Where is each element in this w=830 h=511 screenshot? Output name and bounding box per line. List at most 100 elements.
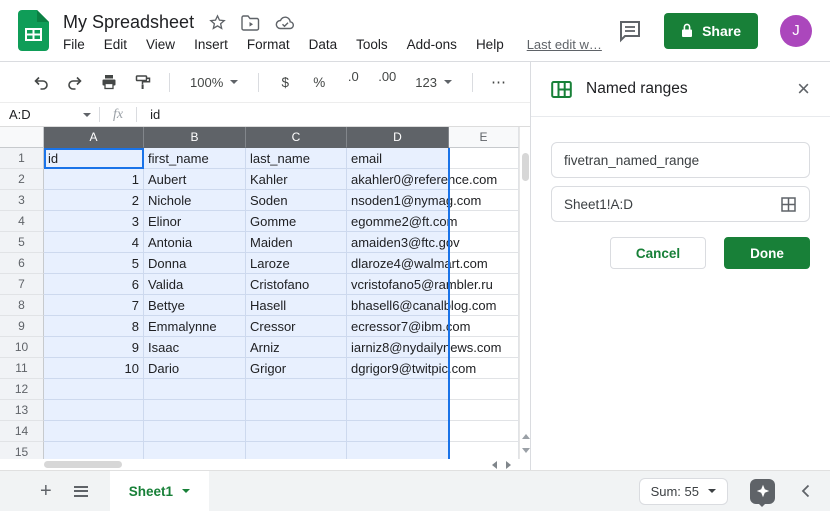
cell-B8[interactable]: Bettye [144, 295, 246, 316]
document-title[interactable]: My Spreadsheet [63, 12, 194, 33]
paint-format-button[interactable] [130, 69, 156, 95]
cell-D10[interactable]: iarniz8@nydailynews.com [347, 337, 449, 358]
row-header-10[interactable]: 10 [0, 337, 44, 358]
cell-D12[interactable] [347, 379, 449, 400]
row-header-3[interactable]: 3 [0, 190, 44, 211]
horizontal-scrollbar[interactable] [0, 459, 530, 470]
increase-decimal-button[interactable]: .00 [374, 69, 400, 95]
cell-D1[interactable]: email [347, 148, 449, 169]
cell-C12[interactable] [246, 379, 347, 400]
scroll-down-arrow[interactable] [522, 448, 530, 453]
cell-C11[interactable]: Grigor [246, 358, 347, 379]
scroll-up-arrow[interactable] [522, 434, 530, 439]
cell-A8[interactable]: 7 [44, 295, 144, 316]
menu-tools[interactable]: Tools [356, 37, 388, 52]
print-button[interactable] [96, 69, 122, 95]
cell-A4[interactable]: 3 [44, 211, 144, 232]
cell-C10[interactable]: Arniz [246, 337, 347, 358]
cell-D9[interactable]: ecressor7@ibm.com [347, 316, 449, 337]
cell-B11[interactable]: Dario [144, 358, 246, 379]
cell-A7[interactable]: 6 [44, 274, 144, 295]
row-header-5[interactable]: 5 [0, 232, 44, 253]
cell-D8[interactable]: bhasell6@canalblog.com [347, 295, 449, 316]
number-format-button[interactable]: 123 [408, 75, 459, 90]
cell-C15[interactable] [246, 442, 347, 459]
cell-A13[interactable] [44, 400, 144, 421]
cell-A1[interactable]: id [44, 148, 144, 169]
column-header-C[interactable]: C [246, 127, 347, 148]
scroll-left-arrow[interactable] [492, 461, 497, 469]
cell-D3[interactable]: nsoden1@nymag.com [347, 190, 449, 211]
move-to-folder-icon[interactable] [241, 15, 260, 31]
all-sheets-menu-icon[interactable] [74, 486, 88, 497]
cell-B6[interactable]: Donna [144, 253, 246, 274]
row-header-6[interactable]: 6 [0, 253, 44, 274]
cell-B9[interactable]: Emmalynne [144, 316, 246, 337]
cell-A5[interactable]: 4 [44, 232, 144, 253]
select-data-range-icon[interactable] [780, 196, 797, 213]
vertical-scrollbar[interactable] [519, 127, 530, 459]
menu-add-ons[interactable]: Add-ons [407, 37, 457, 52]
star-icon[interactable] [209, 14, 226, 31]
cell-E4[interactable] [449, 211, 519, 232]
cell-B2[interactable]: Aubert [144, 169, 246, 190]
cell-D2[interactable]: akahler0@reference.com [347, 169, 449, 190]
column-header-E[interactable]: E [449, 127, 519, 148]
cell-E12[interactable] [449, 379, 519, 400]
zoom-select[interactable]: 100% [183, 75, 245, 90]
close-icon[interactable]: × [797, 78, 810, 100]
done-button[interactable]: Done [724, 237, 810, 269]
cell-D4[interactable]: egomme2@ft.com [347, 211, 449, 232]
cell-B1[interactable]: first_name [144, 148, 246, 169]
row-header-9[interactable]: 9 [0, 316, 44, 337]
cancel-button[interactable]: Cancel [610, 237, 706, 269]
cell-E14[interactable] [449, 421, 519, 442]
range-reference-input[interactable] [564, 197, 780, 212]
row-header-12[interactable]: 12 [0, 379, 44, 400]
row-header-4[interactable]: 4 [0, 211, 44, 232]
cell-A3[interactable]: 2 [44, 190, 144, 211]
cell-C8[interactable]: Hasell [246, 295, 347, 316]
cell-A15[interactable] [44, 442, 144, 459]
cell-A6[interactable]: 5 [44, 253, 144, 274]
cell-D7[interactable]: vcristofano5@rambler.ru [347, 274, 449, 295]
cell-C5[interactable]: Maiden [246, 232, 347, 253]
range-reference-field[interactable] [551, 186, 810, 222]
row-header-14[interactable]: 14 [0, 421, 44, 442]
cell-C13[interactable] [246, 400, 347, 421]
range-name-field[interactable] [551, 142, 810, 178]
explore-button[interactable] [750, 479, 775, 504]
menu-view[interactable]: View [146, 37, 175, 52]
row-header-8[interactable]: 8 [0, 295, 44, 316]
cell-E15[interactable] [449, 442, 519, 459]
menu-format[interactable]: Format [247, 37, 290, 52]
tab-sheet1[interactable]: Sheet1 [110, 471, 209, 511]
cell-B13[interactable] [144, 400, 246, 421]
redo-button[interactable] [62, 69, 88, 95]
menu-data[interactable]: Data [309, 37, 338, 52]
cell-B4[interactable]: Elinor [144, 211, 246, 232]
cell-B10[interactable]: Isaac [144, 337, 246, 358]
range-name-input[interactable] [564, 153, 797, 168]
row-header-7[interactable]: 7 [0, 274, 44, 295]
column-header-B[interactable]: B [144, 127, 246, 148]
cell-B3[interactable]: Nichole [144, 190, 246, 211]
cell-A9[interactable]: 8 [44, 316, 144, 337]
scroll-right-arrow[interactable] [506, 461, 511, 469]
sheets-logo-icon[interactable] [18, 10, 49, 51]
cell-A14[interactable] [44, 421, 144, 442]
cell-D14[interactable] [347, 421, 449, 442]
cell-A12[interactable] [44, 379, 144, 400]
row-header-1[interactable]: 1 [0, 148, 44, 169]
cell-A2[interactable]: 1 [44, 169, 144, 190]
cell-E1[interactable] [449, 148, 519, 169]
undo-button[interactable] [28, 69, 54, 95]
cell-B15[interactable] [144, 442, 246, 459]
cell-D15[interactable] [347, 442, 449, 459]
menu-insert[interactable]: Insert [194, 37, 228, 52]
column-header-A[interactable]: A [44, 127, 144, 148]
menu-help[interactable]: Help [476, 37, 504, 52]
menu-edit[interactable]: Edit [104, 37, 127, 52]
cell-C4[interactable]: Gomme [246, 211, 347, 232]
row-header-11[interactable]: 11 [0, 358, 44, 379]
